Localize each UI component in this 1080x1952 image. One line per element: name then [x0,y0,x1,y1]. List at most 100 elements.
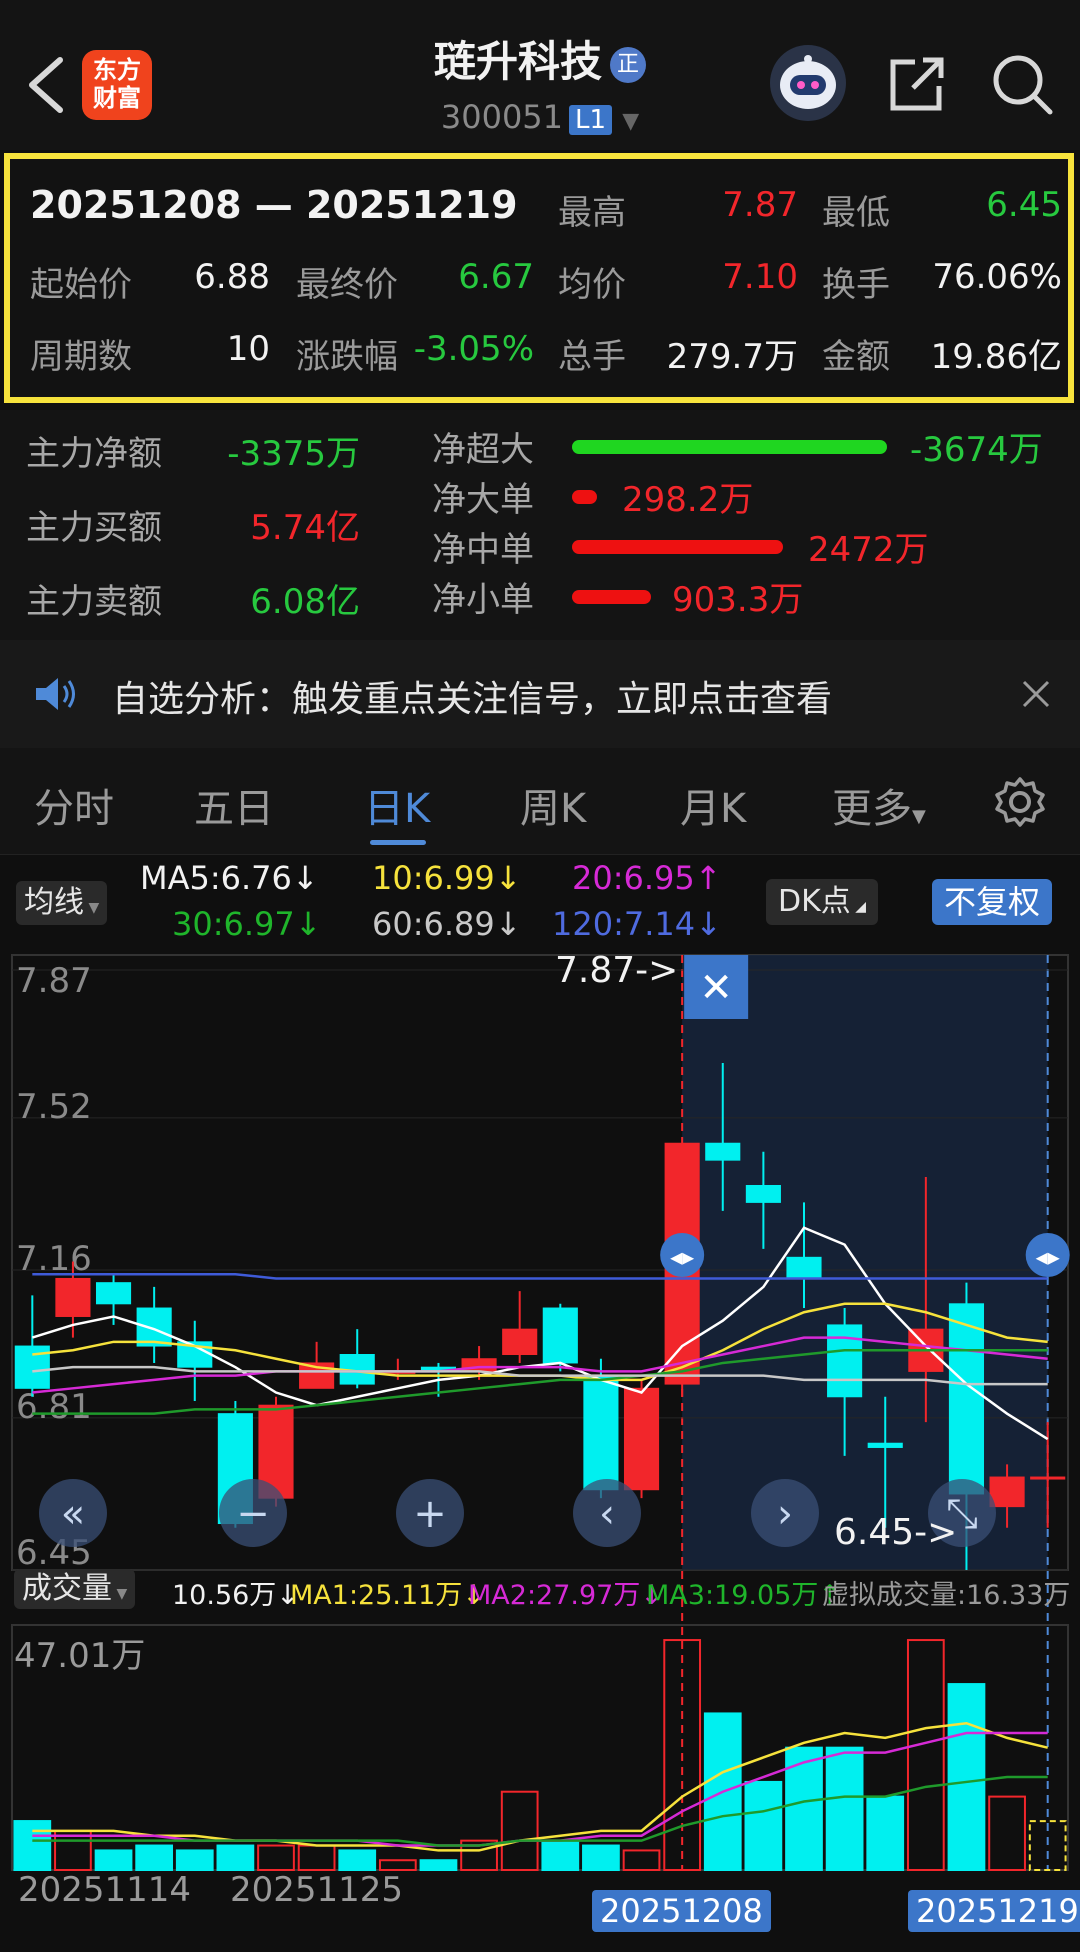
close-label: 最终价 [296,265,398,305]
candle-body [827,1324,863,1398]
large-value: 298.2万 [622,480,754,520]
low-annotation: 6.45-> [834,1512,958,1553]
close-icon[interactable] [1020,678,1052,710]
amount-label: 金额 [822,337,890,377]
capital-flow-panel: 主力净额 -3375万 主力买额 5.74亿 主力卖额 6.08亿 净超大 -3… [0,410,1080,640]
close-icon: ✕ [699,965,733,1011]
main-net-label: 主力净额 [26,434,162,474]
volume-label: 总手 [558,337,626,377]
volume-bar [378,1859,417,1871]
volume-value: 10.56万↓ [172,1580,299,1611]
candle-body [705,1142,741,1161]
volume-bar [988,1795,1026,1872]
open-value: 6.88 [194,257,270,297]
medium-bar [572,540,784,554]
main-buy-value: 5.74亿 [250,508,360,548]
caret-down-icon: ▼ [622,109,640,134]
tab-five-day[interactable]: 五日 [194,776,274,834]
volume-bar [866,1795,905,1872]
analysis-notice-bar[interactable]: 自选分析：触发重点关注信号，立即点击查看 [0,640,1080,748]
candle-body [583,1375,619,1491]
top-navigation-bar: 东方 财富 琏升科技正 300051 L1 ▼ [0,0,1080,150]
candle-body [542,1307,578,1364]
high-label: 最高 [558,193,626,233]
next-icon: › [777,1491,793,1537]
candle-body [948,1303,985,1495]
super-bar [572,440,887,454]
handle-arrows-icon: ◂▸ [1036,1243,1060,1271]
volume-bar [947,1683,986,1871]
volume-bar [906,1639,945,1872]
volume-bar [135,1844,174,1871]
large-label: 净大单 [432,480,534,520]
candle-body [867,1442,903,1448]
badge-icon: 正 [610,46,646,83]
volume-max-label: 47.01万 [14,1636,146,1676]
tab-daily-k[interactable]: 日K [364,776,430,834]
open-label: 起始价 [30,265,132,305]
volume-bar [175,1849,214,1871]
volume-bar [216,1844,255,1871]
periods-label: 周期数 [30,337,132,377]
rewind-icon: « [61,1491,85,1537]
caret-down-icon: ▼ [112,1586,128,1602]
avg-label: 均价 [558,265,626,305]
volume-bar [622,1849,661,1871]
search-icon[interactable] [990,52,1054,116]
candle-body [989,1476,1025,1508]
kline-chart[interactable]: 7.877.527.166.816.45 ✕◂▸ ◂▸« − + ‹ › ⤡ [0,855,1080,1952]
active-tab-indicator [370,840,426,845]
small-value: 903.3万 [672,580,804,620]
candle-body [95,1282,132,1305]
stock-code: 300051 [440,98,564,136]
volume-bar [297,1844,336,1871]
amount-value: 19.86亿 [930,337,1062,377]
price-tick-label: 7.52 [16,1087,92,1127]
main-buy-label: 主力买额 [26,508,162,548]
turnover-value: 76.06% [932,257,1062,297]
notice-text: 自选分析：触发重点关注信号，立即点击查看 [112,679,833,720]
volume-ma1: MA1:25.11万↓ [290,1580,485,1611]
tab-monthly-k[interactable]: 月K [680,776,746,834]
volume-bar [541,1839,580,1871]
assistant-robot-icon[interactable] [770,45,846,121]
price-tick-label: 7.87 [16,961,92,1001]
settings-gear-icon[interactable] [994,776,1046,828]
volume-mode-select[interactable]: 成交量 ▼ [14,1569,136,1609]
large-bar [572,490,598,504]
stock-name: 琏升科技 [433,37,602,86]
tab-weekly-k[interactable]: 周K [520,776,586,834]
tab-more[interactable]: 更多▼ [832,776,926,834]
date-label-start: 20251114 [18,1870,192,1910]
handle-arrows-icon: ◂▸ [670,1243,694,1271]
date-label-mid: 20251125 [230,1870,404,1910]
candle-body [55,1277,91,1317]
tab-intraday[interactable]: 分时 [34,776,114,834]
main-net-value: -3375万 [227,434,360,474]
medium-value: 2472万 [808,530,929,570]
virtual-volume: 虚拟成交量:16.33万 [822,1580,1071,1611]
volume-bar [338,1849,377,1871]
volume-value: 279.7万 [666,337,798,377]
periods-value: 10 [226,329,270,369]
volume-bar [744,1780,783,1872]
volume-legend-bar: 成交量 ▼ 10.56万↓ MA1:25.11万↓ MA2:27.97万↓ MA… [0,1563,1080,1613]
change-label: 涨跌幅 [296,337,398,377]
super-label: 净超大 [432,430,534,470]
volume-bar [94,1849,133,1871]
volume-bar [582,1844,620,1871]
candle-body [1030,1476,1066,1480]
zoom-out-icon: − [236,1491,270,1537]
share-icon[interactable] [885,52,949,116]
medium-label: 净中单 [432,530,534,570]
volume-ma3: MA3:19.05万↑ [646,1580,841,1611]
level-badge: L1 [569,105,613,135]
super-value: -3674万 [910,430,1043,470]
tab-more-label: 更多 [832,786,912,832]
date-range: 20251208 — 20251219 [30,183,518,227]
avg-value: 7.10 [722,257,798,297]
volume-bar [13,1820,52,1871]
candle-body [745,1184,781,1203]
candle-body [786,1256,822,1279]
speaker-icon [36,678,75,710]
